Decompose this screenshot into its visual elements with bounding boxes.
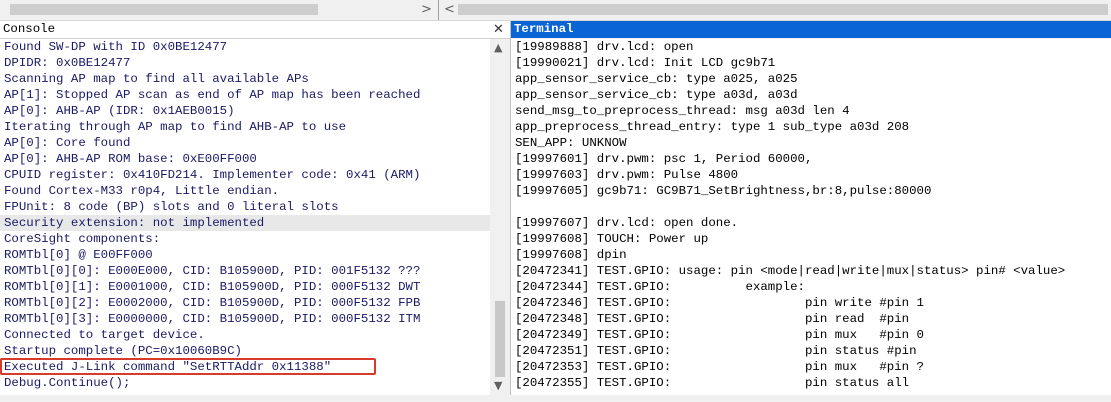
terminal-line: [20472341] TEST.GPIO: usage: pin <mode|r… xyxy=(515,264,1066,278)
terminal-line: SEN_APP: UNKNOW xyxy=(515,136,627,150)
console-line: Iterating through AP map to find AHB-AP … xyxy=(4,120,347,134)
console-line: ROMTbl[0] @ E00FF000 xyxy=(4,248,153,262)
console-vertical-scrollbar[interactable]: ▲ ▼ xyxy=(490,39,510,395)
terminal-line: [19990021] drv.lcd: Init LCD gc9b71 xyxy=(515,56,776,70)
console-title: Console xyxy=(3,22,56,36)
console-line: CoreSight components: xyxy=(4,232,161,246)
terminal-line: [19997607] drv.lcd: open done. xyxy=(515,216,739,230)
terminal-line: [20472344] TEST.GPIO: example: xyxy=(515,280,805,294)
console-line: Scanning AP map to find all available AP… xyxy=(4,72,309,86)
scroll-down-icon[interactable]: ▼ xyxy=(494,379,502,392)
console-line: FPUnit: 8 code (BP) slots and 0 literal … xyxy=(4,200,339,214)
terminal-line: [20472355] TEST.GPIO: pin status all xyxy=(515,376,910,390)
console-header: Console ✕ xyxy=(0,21,510,39)
left-horizontal-scroll-thumb[interactable] xyxy=(10,4,318,15)
terminal-title: Terminal xyxy=(514,22,574,36)
right-horizontal-scroll-thumb[interactable] xyxy=(458,4,1108,15)
terminal-header: Terminal xyxy=(511,21,1111,38)
bottom-strip xyxy=(0,395,1111,402)
terminal-line: [19989888] drv.lcd: open xyxy=(515,40,694,54)
terminal-line: [19997605] gc9b71: GC9B71_SetBrightness,… xyxy=(515,184,932,198)
terminal-line: [19997608] dpin xyxy=(515,248,627,262)
console-line: ROMTbl[0][1]: E0001000, CID: B105900D, P… xyxy=(4,280,421,294)
console-line: DPIDR: 0x0BE12477 xyxy=(4,56,131,70)
console-line: ROMTbl[0][0]: E000E000, CID: B105900D, P… xyxy=(4,264,421,278)
terminal-line: app_sensor_service_cb: type a03d, a03d xyxy=(515,88,798,102)
terminal-line: send_msg_to_preprocess_thread: msg a03d … xyxy=(515,104,850,118)
console-line: Connected to target device. xyxy=(4,328,205,342)
console-line: AP[0]: AHB-AP (IDR: 0x1AEB0015) xyxy=(4,104,235,118)
console-line: ROMTbl[0][2]: E0002000, CID: B105900D, P… xyxy=(4,296,421,310)
highlight-annotation-box xyxy=(0,358,376,375)
console-scroll-thumb[interactable] xyxy=(495,301,505,377)
terminal-line: app_sensor_service_cb: type a025, a025 xyxy=(515,72,798,86)
terminal-output[interactable]: [19989888] drv.lcd: open [19990021] drv.l… xyxy=(511,39,1111,395)
terminal-line: [20472349] TEST.GPIO: pin mux #pin 0 xyxy=(515,328,924,342)
scroll-left-arrow-icon[interactable]: < xyxy=(444,1,455,19)
scroll-up-icon[interactable]: ▲ xyxy=(494,41,502,54)
console-line: ROMTbl[0][3]: E0000000, CID: B105900D, P… xyxy=(4,312,421,326)
console-line: Security extension: not implemented xyxy=(0,215,490,231)
terminal-line: [19997603] drv.pwm: Pulse 4800 xyxy=(515,168,739,182)
close-icon[interactable]: ✕ xyxy=(493,21,504,38)
console-line: Found SW-DP with ID 0x0BE12477 xyxy=(4,40,228,54)
terminal-line: [20472348] TEST.GPIO: pin read #pin xyxy=(515,312,910,326)
top-scroll-strip: > < xyxy=(0,0,1111,21)
pane-splitter[interactable] xyxy=(438,0,439,20)
console-line: Startup complete (PC=0x10060B9C) xyxy=(4,344,242,358)
console-line: CPUID register: 0x410FD214. Implementer … xyxy=(4,168,421,182)
terminal-line: app_preprocess_thread_entry: type 1 sub_… xyxy=(515,120,910,134)
terminal-line: [19997608] TOUCH: Power up xyxy=(515,232,709,246)
console-line: Debug.Continue(); xyxy=(4,376,131,390)
scroll-right-arrow-icon[interactable]: > xyxy=(421,1,432,19)
terminal-line: [20472353] TEST.GPIO: pin mux #pin ? xyxy=(515,360,924,374)
terminal-line: [19997601] drv.pwm: psc 1, Period 60000, xyxy=(515,152,813,166)
console-line: AP[0]: AHB-AP ROM base: 0xE00FF000 xyxy=(4,152,257,166)
console-line: AP[0]: Core found xyxy=(4,136,131,150)
terminal-line: [20472346] TEST.GPIO: pin write #pin 1 xyxy=(515,296,924,310)
terminal-line: [20472351] TEST.GPIO: pin status #pin xyxy=(515,344,917,358)
console-line: Found Cortex-M33 r0p4, Little endian. xyxy=(4,184,280,198)
console-line: AP[1]: Stopped AP scan as end of AP map … xyxy=(4,88,421,102)
console-output[interactable]: Found SW-DP with ID 0x0BE12477 DPIDR: 0x0… xyxy=(0,39,490,395)
